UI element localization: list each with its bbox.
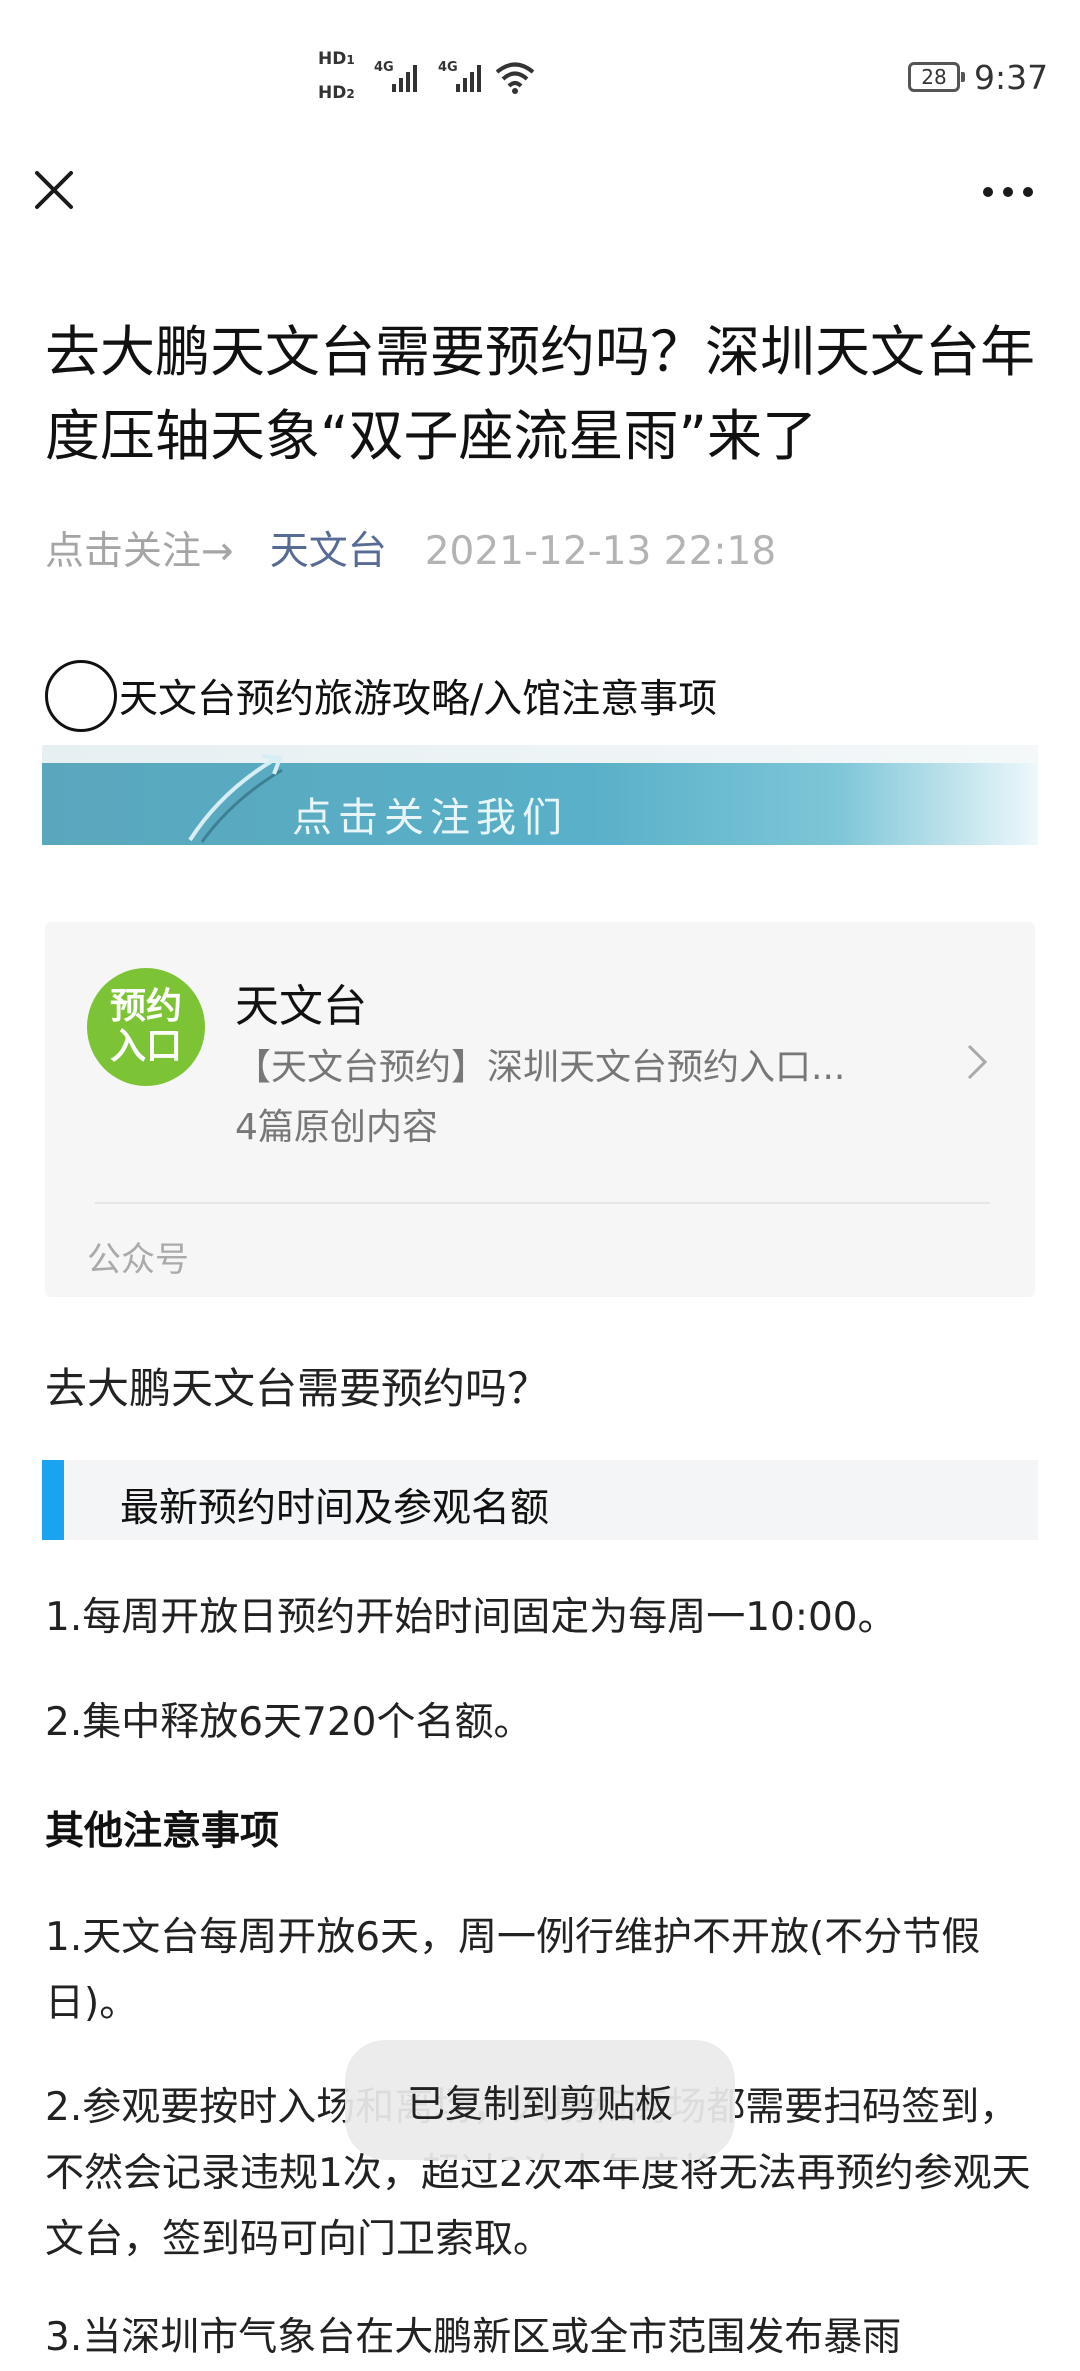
paragraph: 3.当深圳市气象台在大鹏新区或全市范围发布暴雨 — [45, 2315, 902, 2360]
close-icon[interactable] — [34, 170, 74, 210]
article-title: 去大鹏天文台需要预约吗？深圳天文台年度压轴天象“双子座流星雨”来了 — [45, 320, 1036, 468]
follow-hint[interactable]: 点击关注→ — [45, 529, 234, 574]
more-icon[interactable] — [982, 186, 1034, 198]
section-title: 最新预约时间及参观名额 — [120, 1486, 550, 1531]
status-bar: HD1 HD2 4G 4G 28 9:37 — [0, 0, 1080, 150]
signal-icon-1 — [392, 62, 417, 92]
banner-text: 点击关注我们 — [292, 795, 568, 841]
account-type: 公众号 — [87, 1240, 189, 1280]
paragraph: 1.天文台每周开放6天，周一例行维护不开放(不分节假日)。 — [45, 1915, 981, 2026]
account-name: 天文台 — [235, 981, 367, 1032]
clock: 9:37 — [974, 58, 1049, 97]
paragraph: 2.集中释放6天720个名额。 — [45, 1700, 533, 1745]
sim2-hd-indicator: HD2 — [318, 83, 355, 103]
arrow-icon — [188, 754, 283, 843]
official-account-card[interactable]: 预约 入口 天文台 【天文台预约】深圳天文台预约入口... 4篇原创内容 公众号 — [45, 922, 1035, 1297]
section-header: 最新预约时间及参观名额 — [42, 1460, 1038, 1540]
question-line: 去大鹏天文台需要预约吗？ — [45, 1364, 550, 1413]
wifi-icon — [495, 62, 535, 94]
network-type-2: 4G — [438, 60, 458, 75]
account-avatar: 预约 入口 — [87, 968, 205, 1086]
guide-line: 天文台预约旅游攻略/入馆注意事项 — [45, 660, 717, 732]
avatar-text-2: 入口 — [109, 1026, 182, 1067]
chevron-right-icon — [967, 1044, 988, 1080]
author-link[interactable]: 天文台 — [270, 529, 387, 574]
subheading: 其他注意事项 — [45, 1809, 280, 1854]
network-type-1: 4G — [374, 60, 394, 75]
paragraph: 1.每周开放日预约开始时间固定为每周一10:00。 — [45, 1595, 897, 1640]
circle-icon — [45, 660, 117, 732]
avatar-text-1: 预约 — [109, 986, 182, 1027]
guide-text: 天文台预约旅游攻略/入馆注意事项 — [119, 677, 718, 722]
publish-date: 2021-12-13 22:18 — [424, 529, 777, 574]
follow-banner[interactable]: 点击关注我们 — [42, 745, 1038, 845]
signal-icon-2 — [456, 62, 481, 92]
account-post-count: 4篇原创内容 — [235, 1107, 438, 1148]
sim1-hd-indicator: HD1 — [318, 49, 355, 69]
card-divider — [95, 1202, 990, 1204]
section-accent-bar — [42, 1460, 64, 1540]
battery-icon: 28 — [908, 62, 965, 92]
account-desc: 【天文台预约】深圳天文台预约入口... — [235, 1047, 846, 1088]
article-meta: 点击关注→ 天文台 2021-12-13 22:18 — [45, 520, 776, 576]
toast: 已复制到剪贴板 — [345, 2040, 735, 2160]
